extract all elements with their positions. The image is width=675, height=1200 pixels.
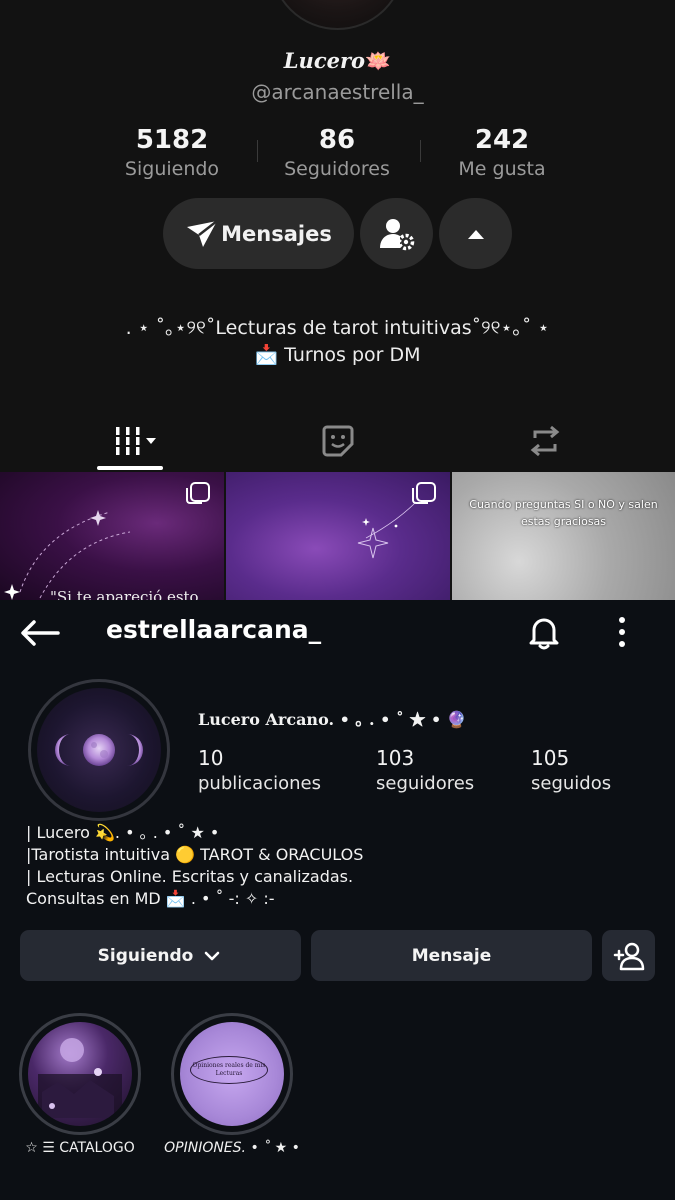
stat-value: 103: [376, 746, 415, 770]
caret-up-icon: [467, 229, 484, 239]
stat-value: 5182: [135, 125, 209, 155]
multi-photo-icon: [186, 482, 210, 504]
suggested-users-button[interactable]: [602, 930, 655, 981]
highlight-cover-image: [28, 1022, 132, 1126]
content-tabs: [0, 410, 675, 472]
tiktok-stats: 5182 Siguiendo 86 Seguidores 242 Me gust…: [0, 124, 675, 184]
stat-label: publicaciones: [198, 773, 321, 794]
tile-overlay-text: Cuando preguntas SI o NO y salen estas g…: [469, 498, 658, 528]
display-name-text: Lucero: [283, 48, 366, 73]
messages-button[interactable]: Mensajes: [163, 198, 354, 269]
highlight-label: ☆ ☰ CATALOGO: [25, 1140, 135, 1156]
bio-line-1: . ⋆ ˚｡⋆୨୧˚Lecturas de tarot intuitivas˚୨…: [125, 317, 550, 339]
notification-bell-icon[interactable]: [524, 612, 564, 652]
back-arrow-icon[interactable]: [18, 618, 62, 648]
following-label: Siguiendo: [97, 945, 194, 966]
bio-line: |Tarotista intuitiva 🟡 TAROT & ORACULOS: [26, 845, 364, 864]
highlight-label: OPINIONES. • ˚ ★ •: [164, 1140, 300, 1156]
send-icon: [187, 219, 218, 247]
active-tab-indicator: [97, 466, 163, 470]
stat-likes[interactable]: 242 Me gusta: [422, 124, 582, 182]
stat-label: seguidos: [531, 773, 612, 794]
triple-moon-image: [37, 688, 161, 812]
tiktok-handle: @arcanaestrella_: [251, 80, 424, 104]
username-title: estrellaarcana_: [106, 615, 322, 644]
stat-followers[interactable]: 103 seguidores: [376, 746, 474, 798]
instagram-profile: estrellaarcana_ Lucero Arcano. • ｡ . • ˚: [0, 600, 675, 1200]
user-settings-icon: [379, 218, 414, 250]
tiktok-avatar[interactable]: [270, 0, 405, 30]
repost-icon: [530, 425, 559, 457]
video-tile[interactable]: "Si te apareció esto: [0, 472, 224, 600]
stat-label: Seguidores: [284, 158, 390, 180]
video-grid: "Si te apareció esto Cuando preguntas SI…: [0, 472, 675, 600]
expand-button[interactable]: [439, 198, 512, 269]
bio-line: Consultas en MD 📩 . • ˚ -: ✧ :-: [26, 889, 275, 908]
highlight-catalogo[interactable]: [19, 1013, 141, 1135]
stat-followers[interactable]: 86 Seguidores: [257, 124, 417, 182]
tab-reposts[interactable]: [432, 410, 657, 472]
stat-label: seguidores: [376, 773, 475, 794]
stat-value: 86: [318, 125, 356, 155]
video-tile[interactable]: [226, 472, 450, 600]
message-button[interactable]: Mensaje: [311, 930, 592, 981]
highlight-cover-image: Opiniones reales de mis Lecturas: [180, 1022, 284, 1126]
stat-posts[interactable]: 10 publicaciones: [198, 746, 321, 798]
stat-value: 10: [198, 746, 224, 770]
add-person-icon: [613, 942, 644, 970]
stat-following[interactable]: 105 seguidos: [531, 746, 611, 798]
tab-stickers[interactable]: [225, 410, 450, 472]
bio-line: | Lecturas Online. Escritas y canalizada…: [26, 867, 354, 886]
stat-value: 105: [531, 746, 570, 770]
messages-label: Mensajes: [221, 221, 332, 246]
stat-label: Me gusta: [458, 158, 546, 180]
tab-videos[interactable]: [23, 410, 248, 472]
following-button[interactable]: Siguiendo: [20, 930, 301, 981]
tiktok-profile: Lucero🪷 @arcanaestrella_ 5182 Siguiendo …: [0, 0, 675, 600]
bio-line: | Lucero 💫. • ｡ . • ˚ ★ •: [26, 823, 220, 842]
message-label: Mensaje: [411, 945, 492, 966]
tiktok-display-name: Lucero🪷: [0, 48, 675, 74]
grid-icon: [115, 427, 156, 455]
add-friend-button[interactable]: [360, 198, 433, 269]
chevron-down-icon: [205, 951, 220, 960]
stat-divider: [257, 140, 258, 162]
display-name: Lucero Arcano. • ｡ . • ˚ ★ • 🔮: [198, 710, 467, 729]
stat-label: Siguiendo: [124, 158, 220, 180]
sticker-icon: [322, 425, 353, 457]
tile-caption: "Si te apareció esto: [50, 588, 199, 600]
stat-value: 242: [474, 125, 530, 155]
bio: | Lucero 💫. • ｡ . • ˚ ★ • |Tarotista int…: [26, 822, 363, 910]
stat-following[interactable]: 5182 Siguiendo: [92, 124, 252, 182]
profile-avatar[interactable]: [28, 679, 170, 821]
video-tile[interactable]: Cuando preguntas SI o NO y salen estas g…: [452, 472, 675, 600]
highlight-cover-text: Opiniones reales de mis Lecturas: [190, 1056, 268, 1084]
more-options-icon[interactable]: [606, 614, 638, 650]
bio-line-2: 📩 Turnos por DM: [254, 344, 421, 366]
lotus-emoji: 🪷: [365, 48, 392, 73]
multi-photo-icon: [412, 482, 436, 504]
highlight-opiniones[interactable]: Opiniones reales de mis Lecturas: [171, 1013, 293, 1135]
stat-divider: [420, 140, 421, 162]
